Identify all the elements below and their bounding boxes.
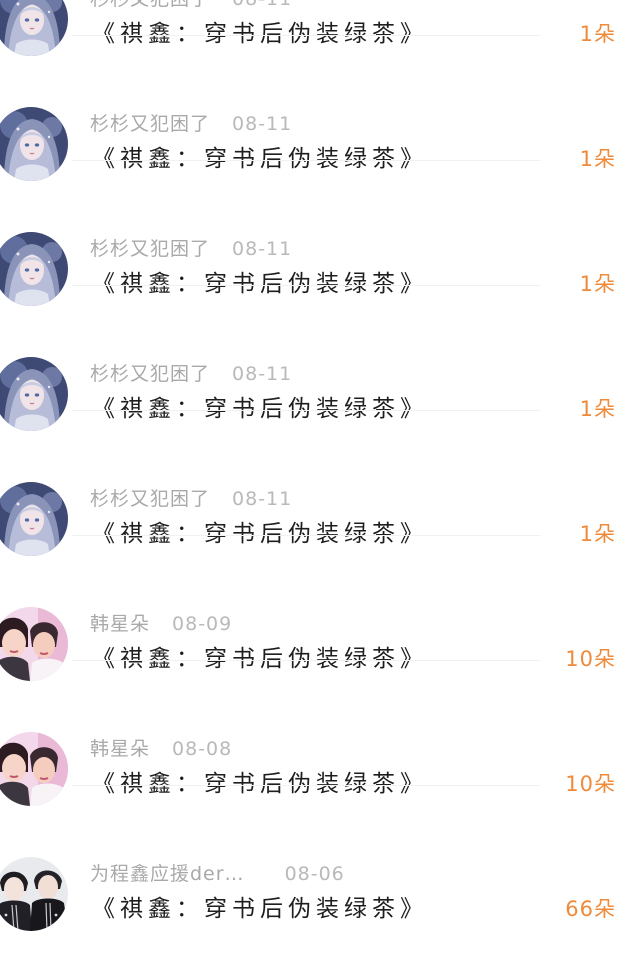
record-date: 08-11 — [232, 488, 293, 510]
username[interactable]: 杉杉又犯困了 — [90, 484, 210, 511]
record-meta: 杉杉又犯困了 08-11 — [90, 484, 292, 514]
username[interactable]: 韩星朵 — [90, 734, 150, 761]
list-item[interactable]: 杉杉又犯困了08-11 《祺鑫：穿书后伪装绿茶》 1朵 — [0, 410, 640, 535]
two-boys-avatar-icon — [0, 857, 68, 931]
list-item[interactable]: 为程鑫应援der… 08-06 《祺鑫：穿书后伪装绿茶》 66朵 — [0, 785, 640, 910]
avatar[interactable] — [0, 857, 68, 931]
record-date: 08-08 — [172, 738, 233, 760]
username[interactable]: 杉杉又犯困了 — [90, 0, 210, 11]
gift-record-screen: { "records": [ {"user": "杉杉又犯困了", "date"… — [0, 0, 640, 958]
record-meta: 韩星朵 08-09 — [90, 609, 232, 639]
book-title: 《祺鑫：穿书后伪装绿茶》 — [92, 896, 428, 922]
record-meta: 韩星朵 08-08 — [90, 734, 232, 764]
gift-count: 66朵 — [565, 897, 616, 921]
record-meta: 杉杉又犯困了 08-11 — [90, 0, 292, 14]
record-date: 08-06 — [284, 863, 345, 885]
username[interactable]: 杉杉又犯困了 — [90, 109, 210, 136]
record-date: 08-11 — [232, 238, 293, 260]
record-date: 08-11 — [232, 0, 292, 10]
record-meta: 杉杉又犯困了 08-11 — [90, 109, 292, 139]
list-item[interactable]: 杉杉又犯困了08-11 《祺鑫：穿书后伪装绿茶》 1朵 — [0, 0, 640, 35]
record-date: 08-09 — [172, 613, 233, 635]
record-meta: 杉杉又犯困了 08-11 — [90, 234, 292, 264]
list-item[interactable]: 韩星朵 08-09 《祺鑫：穿书后伪装绿茶》 10朵 — [0, 535, 640, 660]
list-item[interactable]: 韩星朵 08-08 《祺鑫：穿书后伪装绿茶》 10朵 — [0, 660, 640, 785]
username[interactable]: 杉杉又犯困了 — [90, 359, 210, 386]
record-meta: 为程鑫应援der… 08-06 — [90, 859, 345, 889]
list-item[interactable]: 杉杉又犯困了08-11 《祺鑫：穿书后伪装绿茶》 1朵 — [0, 160, 640, 285]
username[interactable]: 韩星朵 — [90, 609, 150, 636]
list-item[interactable]: 杉杉又犯困了08-11 《祺鑫：穿书后伪装绿茶》 1朵 — [0, 285, 640, 410]
list-item[interactable]: 杉杉又犯困了08-11 《祺鑫：穿书后伪装绿茶》 1朵 — [0, 35, 640, 160]
record-meta: 杉杉又犯困了 08-11 — [90, 359, 292, 389]
record-date: 08-11 — [232, 113, 293, 135]
record-date: 08-11 — [232, 363, 293, 385]
username[interactable]: 为程鑫应援der… — [90, 859, 245, 886]
gift-record-list: 杉杉又犯困了08-11 《祺鑫：穿书后伪装绿茶》 1朵 杉杉又犯困了08-11 … — [0, 0, 640, 910]
username[interactable]: 杉杉又犯困了 — [90, 234, 210, 261]
